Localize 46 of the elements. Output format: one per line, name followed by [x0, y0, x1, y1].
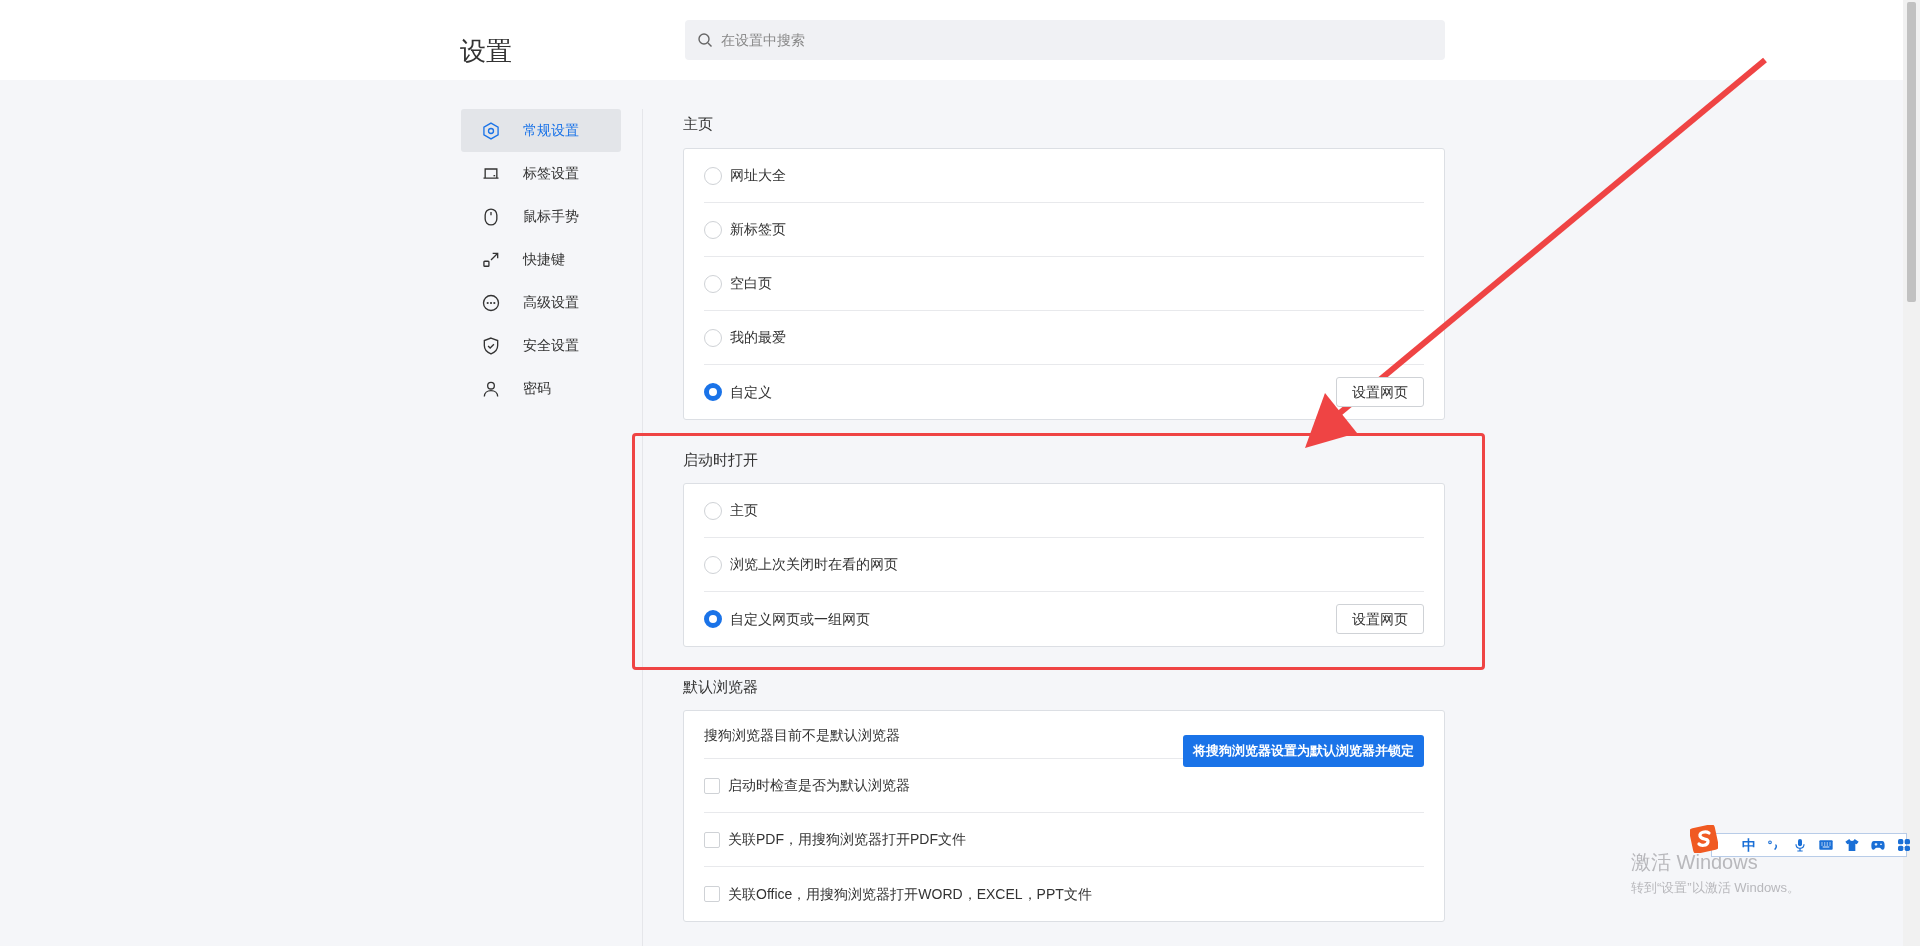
search-field[interactable]: 在设置中搜索	[685, 20, 1445, 60]
sidebar-item[interactable]: 常规设置	[461, 109, 621, 152]
search-icon	[697, 32, 713, 48]
checkbox[interactable]	[704, 777, 720, 794]
option-label: 启动时检查是否为默认浏览器	[728, 776, 910, 795]
scrollbar[interactable]	[1903, 0, 1920, 946]
section-heading: 启动时打开	[683, 450, 759, 470]
shirt-icon[interactable]	[1844, 837, 1860, 853]
hexagon-icon	[481, 120, 501, 141]
language-toggle[interactable]: 中	[1742, 838, 1756, 852]
more-icon	[481, 292, 501, 313]
option-label: 自定义网页或一组网页	[730, 609, 870, 629]
section-heading: 主页	[683, 114, 714, 134]
status-text: 搜狗浏览器目前不是默认浏览器	[704, 726, 900, 745]
activation-title: 激活 Windows	[1631, 851, 1759, 874]
radio-button[interactable]	[704, 610, 722, 628]
checkbox[interactable]	[704, 886, 720, 902]
option-label: 关联Office，用搜狗浏览器打开WORD，EXCEL，PPT文件	[728, 884, 1092, 904]
scrollbar-thumb[interactable]	[1907, 2, 1916, 302]
shield-icon	[481, 335, 501, 356]
input-method-logo-icon[interactable]	[1690, 825, 1718, 853]
microphone-icon[interactable]	[1792, 837, 1808, 853]
option-label: 我的最爱	[730, 328, 786, 347]
option-label: 自定义	[730, 382, 772, 402]
option-label: 主页	[730, 501, 758, 520]
page-title: 设置	[460, 34, 513, 68]
activation-hint: 转到“设置”以激活 Windows。	[1631, 879, 1800, 897]
checkbox[interactable]	[704, 831, 720, 848]
option-label: 空白页	[730, 274, 772, 293]
sidebar-item[interactable]: 密码	[461, 367, 621, 410]
option-label: 新标签页	[730, 220, 786, 239]
sidebar-item[interactable]: 鼠标手势	[461, 195, 621, 238]
sidebar-item[interactable]: 高级设置	[461, 281, 621, 324]
set-pages-button[interactable]: 设置网页	[1336, 377, 1424, 407]
section-heading: 默认浏览器	[683, 677, 759, 697]
option-label: 关联PDF，用搜狗浏览器打开PDF文件	[728, 830, 966, 849]
set-default-button[interactable]: 将搜狗浏览器设置为默认浏览器并锁定	[1183, 735, 1424, 767]
option-label: 网址大全	[730, 166, 786, 185]
sidebar-item[interactable]: 安全设置	[461, 324, 621, 367]
sidebar-item[interactable]: 标签设置	[461, 152, 621, 195]
keyboard-icon[interactable]	[1818, 837, 1834, 853]
apps-icon[interactable]	[1896, 837, 1912, 853]
option-label: 浏览上次关闭时在看的网页	[730, 555, 898, 574]
set-pages-button[interactable]: 设置网页	[1336, 604, 1424, 634]
radio-button[interactable]	[704, 383, 722, 401]
sidebar-item[interactable]: 快捷键	[461, 238, 621, 281]
